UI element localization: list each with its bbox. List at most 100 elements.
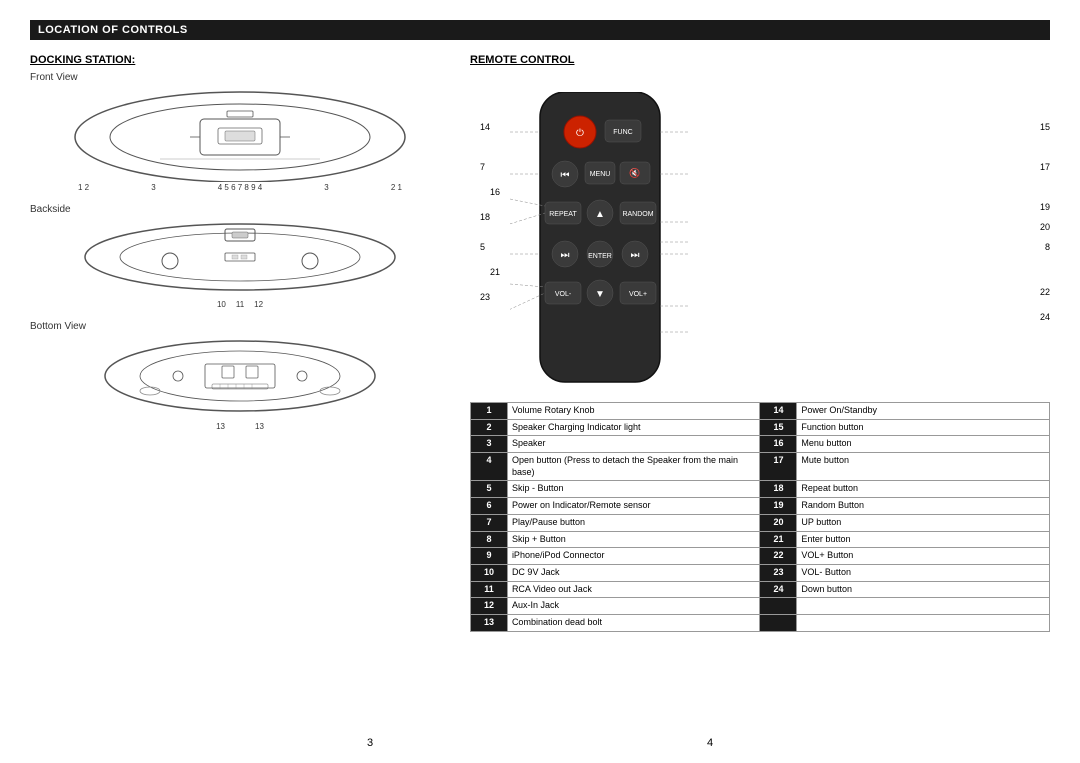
backside-svg	[80, 219, 400, 297]
front-num-3b: 3	[324, 183, 328, 192]
row-desc-left: Skip - Button	[507, 481, 760, 498]
table-row: 6 Power on Indicator/Remote sensor 19 Ra…	[471, 498, 1050, 515]
table-row: 7 Play/Pause button 20 UP button	[471, 514, 1050, 531]
header-title: LOCATION OF CONTROLS	[38, 24, 188, 36]
table-row: 2 Speaker Charging Indicator light 15 Fu…	[471, 419, 1050, 436]
docking-station-section: DOCKING STATION: Front View	[30, 54, 450, 632]
front-num-1: 1 2	[78, 183, 89, 192]
bottom-view-svg	[100, 336, 380, 418]
row-desc-right	[797, 598, 1050, 615]
svg-text:⏻: ⏻	[576, 128, 584, 139]
row-desc-left: Play/Pause button	[507, 514, 760, 531]
row-num-right: 18	[760, 481, 797, 498]
row-num-right: 15	[760, 419, 797, 436]
page-numbers: 3 4	[0, 737, 1080, 749]
row-desc-right: Function button	[797, 419, 1050, 436]
svg-text:⏮: ⏮	[561, 170, 570, 181]
svg-text:▼: ▼	[595, 289, 605, 300]
label-15: 15	[1040, 122, 1050, 132]
table-row: 11 RCA Video out Jack 24 Down button	[471, 581, 1050, 598]
row-num-left: 8	[471, 531, 508, 548]
table-row: 12 Aux-In Jack	[471, 598, 1050, 615]
front-view-svg	[70, 87, 410, 182]
controls-table: 1 Volume Rotary Knob 14 Power On/Standby…	[470, 402, 1050, 632]
remote-control-title: REMOTE CONTROL	[470, 54, 1050, 66]
back-num-11: 11	[236, 300, 244, 309]
row-num-left: 10	[471, 564, 508, 581]
svg-text:VOL+: VOL+	[629, 291, 647, 298]
row-num-right	[760, 598, 797, 615]
row-desc-right: Enter button	[797, 531, 1050, 548]
row-num-right: 24	[760, 581, 797, 598]
svg-text:⏭: ⏭	[561, 250, 570, 261]
row-num-right: 19	[760, 498, 797, 515]
table-row: 3 Speaker 16 Menu button	[471, 436, 1050, 453]
row-desc-right: Down button	[797, 581, 1050, 598]
row-num-left: 12	[471, 598, 508, 615]
row-desc-right: UP button	[797, 514, 1050, 531]
label-5: 5	[480, 242, 485, 252]
svg-text:REPEAT: REPEAT	[549, 211, 577, 218]
row-desc-right: Menu button	[797, 436, 1050, 453]
row-desc-left: Speaker Charging Indicator light	[507, 419, 760, 436]
row-desc-left: RCA Video out Jack	[507, 581, 760, 598]
front-view-diagram: 1 2 3 4 5 6 7 8 9 4 3 2 1	[30, 87, 450, 192]
table-row: 9 iPhone/iPod Connector 22 VOL+ Button	[471, 548, 1050, 565]
row-num-right	[760, 614, 797, 631]
front-num-2: 2 1	[391, 183, 402, 192]
label-20: 20	[1040, 222, 1050, 232]
front-view-label: Front View	[30, 72, 450, 83]
svg-text:MENU: MENU	[590, 171, 611, 178]
row-desc-left: Volume Rotary Knob	[507, 403, 760, 420]
table-row: 5 Skip - Button 18 Repeat button	[471, 481, 1050, 498]
row-desc-left: iPhone/iPod Connector	[507, 548, 760, 565]
row-desc-left: DC 9V Jack	[507, 564, 760, 581]
front-num-4: 4 5 6 7 8 9 4	[218, 183, 262, 192]
row-desc-right: Power On/Standby	[797, 403, 1050, 420]
svg-text:⏭: ⏭	[631, 250, 640, 261]
label-21: 21	[490, 267, 500, 277]
row-num-left: 13	[471, 614, 508, 631]
row-desc-right: Repeat button	[797, 481, 1050, 498]
label-23: 23	[480, 292, 490, 302]
row-desc-left: Aux-In Jack	[507, 598, 760, 615]
row-desc-left: Speaker	[507, 436, 760, 453]
row-num-right: 21	[760, 531, 797, 548]
row-desc-left: Skip + Button	[507, 531, 760, 548]
svg-text:FUNC: FUNC	[613, 129, 632, 136]
label-24: 24	[1040, 312, 1050, 322]
table-row: 1 Volume Rotary Knob 14 Power On/Standby	[471, 403, 1050, 420]
row-desc-left: Open button (Press to detach the Speaker…	[507, 453, 760, 481]
table-row: 4 Open button (Press to detach the Speak…	[471, 453, 1050, 481]
row-desc-left: Combination dead bolt	[507, 614, 760, 631]
row-num-left: 2	[471, 419, 508, 436]
label-8: 8	[1045, 242, 1050, 252]
label-19: 19	[1040, 202, 1050, 212]
row-num-left: 7	[471, 514, 508, 531]
remote-svg: ⏻ FUNC ⏮ MENU 🔇 REPEAT ▲	[510, 92, 690, 392]
label-7: 7	[480, 162, 485, 172]
label-14: 14	[480, 122, 490, 132]
svg-text:RANDOM: RANDOM	[622, 211, 653, 218]
svg-text:🔇: 🔇	[629, 167, 640, 178]
row-desc-left: Power on Indicator/Remote sensor	[507, 498, 760, 515]
backside-label: Backside	[30, 204, 450, 215]
row-num-right: 17	[760, 453, 797, 481]
table-row: 8 Skip + Button 21 Enter button	[471, 531, 1050, 548]
remote-diagram-container: 14 7 16 18 5 21 23 15 17 19 20 8 22 24	[470, 72, 1050, 392]
row-num-right: 20	[760, 514, 797, 531]
back-num-10: 10	[217, 300, 226, 309]
row-desc-right	[797, 614, 1050, 631]
row-num-right: 16	[760, 436, 797, 453]
label-22: 22	[1040, 287, 1050, 297]
table-row: 10 DC 9V Jack 23 VOL- Button	[471, 564, 1050, 581]
row-num-left: 6	[471, 498, 508, 515]
page-num-right: 4	[707, 737, 713, 749]
row-num-left: 4	[471, 453, 508, 481]
row-num-left: 11	[471, 581, 508, 598]
docking-station-title: DOCKING STATION:	[30, 54, 450, 66]
page-num-left: 3	[367, 737, 373, 749]
row-num-right: 23	[760, 564, 797, 581]
row-desc-right: VOL+ Button	[797, 548, 1050, 565]
row-num-right: 14	[760, 403, 797, 420]
